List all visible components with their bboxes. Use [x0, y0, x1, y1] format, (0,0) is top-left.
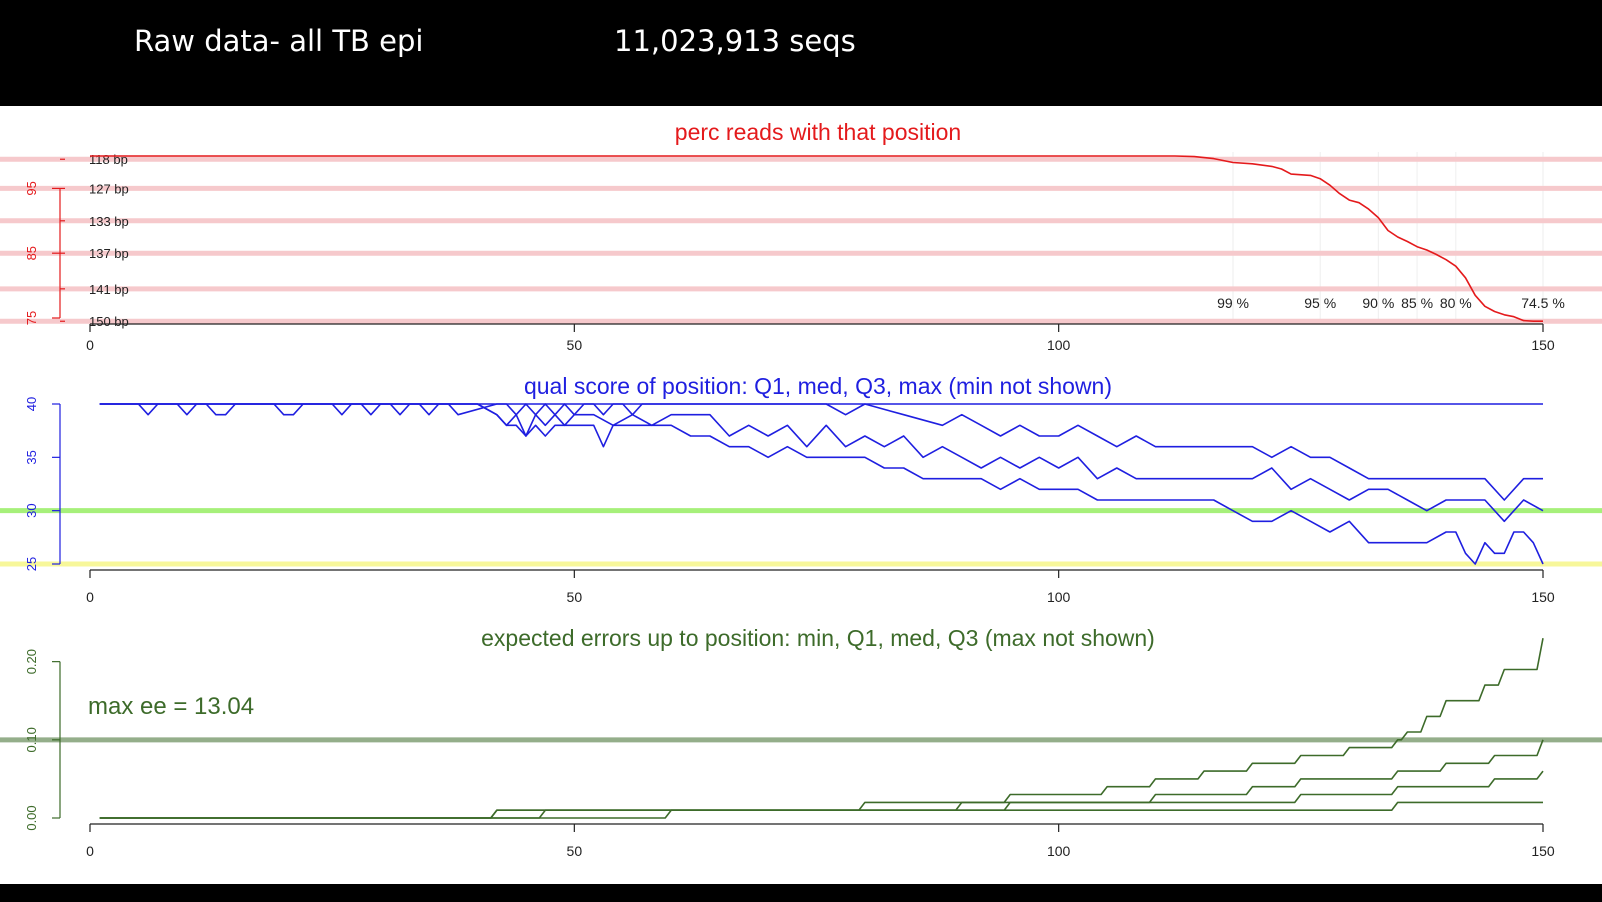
chart-title: perc reads with that position: [675, 119, 961, 145]
y-tick-label: 0.00: [24, 805, 39, 830]
x-tick-label: 50: [567, 337, 583, 353]
slide-header: Raw data- all TB epi 11,023,913 seqs: [0, 0, 1602, 106]
slide: Raw data- all TB epi 11,023,913 seqs 118…: [0, 0, 1602, 902]
x-tick-label: 50: [567, 589, 583, 605]
y-tick-label: 30: [24, 503, 39, 517]
x-tick-label: 0: [86, 843, 94, 859]
percent-label: 90 %: [1362, 295, 1394, 311]
y-tick-label: 0.10: [24, 727, 39, 752]
x-tick-label: 150: [1531, 337, 1555, 353]
series-line-med: [99, 403, 1544, 523]
chart-title: qual score of position: Q1, med, Q3, max…: [524, 373, 1112, 399]
y-tick-label: 35: [24, 450, 39, 464]
quality-plots: 118 bp 127 bp 133 bp 137 bp 141 bp 150 bp 75 85…: [0, 119, 1602, 859]
y-tick-label: 95: [24, 181, 39, 195]
percent-label: 85 %: [1401, 295, 1433, 311]
y-tick-label: 25: [24, 557, 39, 571]
series-line-q1: [99, 403, 1544, 565]
bp-label: 127 bp: [89, 181, 129, 196]
x-tick-label: 150: [1531, 589, 1555, 605]
series-line-med: [99, 739, 1544, 819]
bp-label: 118 bp: [89, 152, 128, 167]
percent-label: 95 %: [1304, 295, 1336, 311]
x-tick-label: 50: [567, 843, 583, 859]
x-tick-label: 100: [1047, 337, 1071, 353]
series-line-q3: [99, 403, 1543, 501]
sequence-count: 11,023,913 seqs: [614, 24, 856, 58]
percent-label: 99 %: [1217, 295, 1249, 311]
y-tick-label: 85: [24, 246, 39, 260]
y-tick-label: 75: [24, 311, 39, 325]
bottom-bar: [0, 884, 1602, 902]
x-tick-label: 100: [1047, 589, 1071, 605]
percent-label: 80 %: [1440, 295, 1472, 311]
x-tick-label: 0: [86, 589, 94, 605]
x-tick-label: 0: [86, 337, 94, 353]
chart-title: expected errors up to position: min, Q1,…: [481, 625, 1155, 651]
x-tick-label: 100: [1047, 843, 1071, 859]
x-tick-label: 150: [1531, 843, 1555, 859]
bp-label: 133 bp: [89, 214, 129, 229]
bp-label: 150 bp: [89, 314, 129, 329]
max-ee-annotation: max ee = 13.04: [88, 693, 254, 720]
bp-label: 141 bp: [89, 282, 129, 297]
bp-label: 137 bp: [89, 246, 129, 261]
y-tick-label: 40: [24, 397, 39, 411]
y-tick-label: 0.20: [24, 649, 39, 674]
percent-label: 74.5 %: [1521, 295, 1565, 311]
slide-title: Raw data- all TB epi: [134, 24, 424, 58]
series-line-q3: [99, 638, 1544, 819]
plot-panel: 118 bp 127 bp 133 bp 137 bp 141 bp 150 bp 75 85…: [0, 106, 1602, 884]
